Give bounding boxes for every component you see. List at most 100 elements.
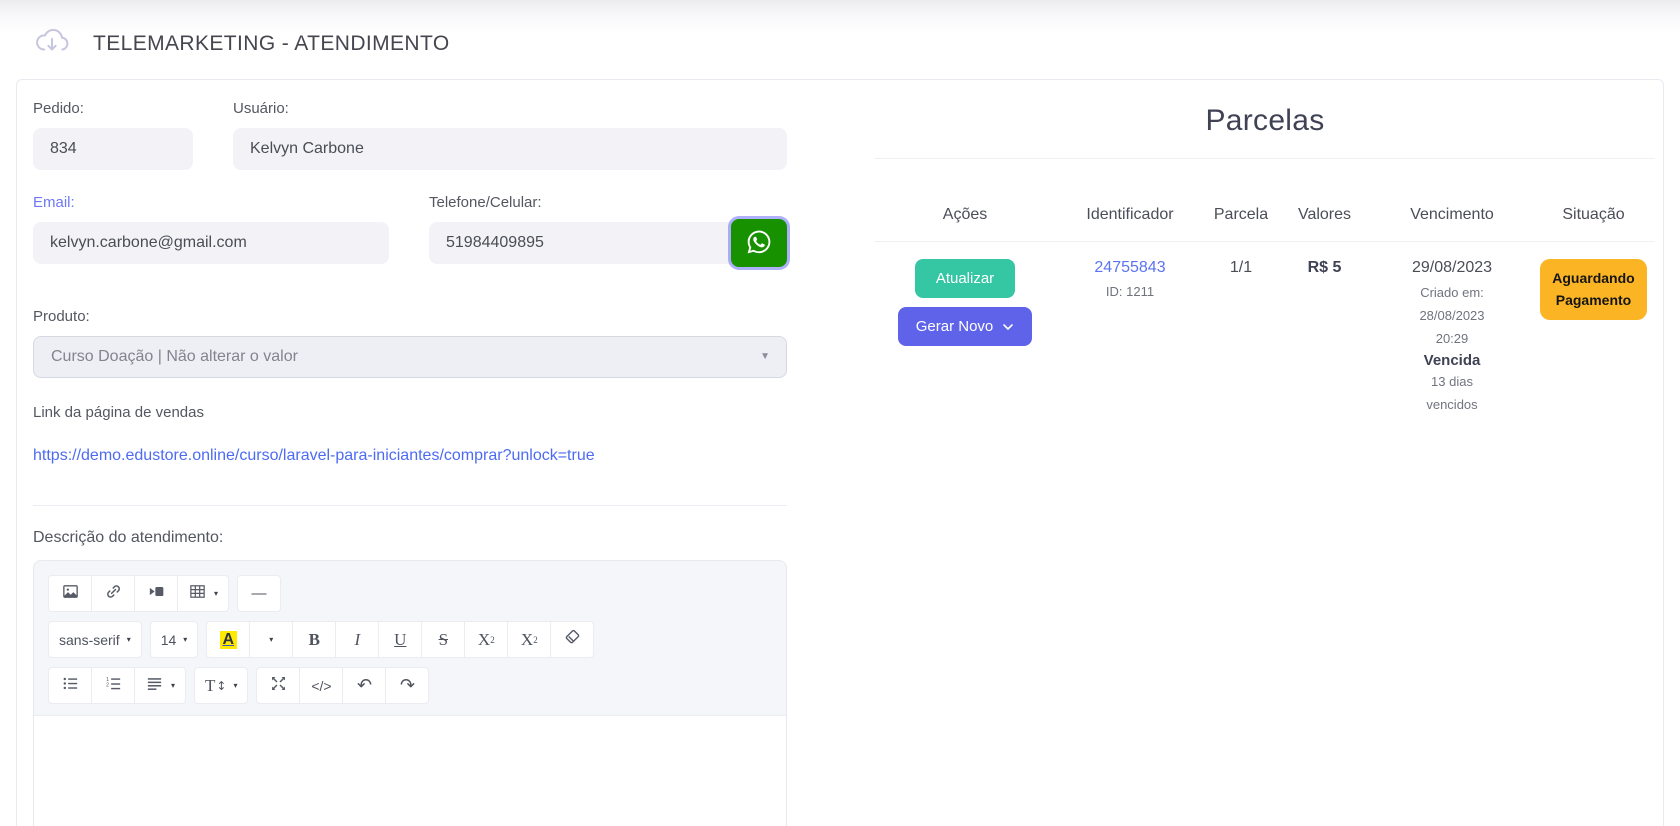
- produto-selected-value: Curso Doação | Não alterar o valor: [51, 348, 298, 366]
- chevron-down-icon: [1002, 318, 1014, 335]
- vencida-status: Vencida: [1372, 352, 1532, 369]
- align-icon: [145, 674, 164, 697]
- editor-text-area[interactable]: [34, 715, 786, 826]
- chevron-down-icon: ▾: [214, 589, 218, 598]
- font-family-value: sans-serif: [59, 632, 120, 648]
- valor-cell: R$ 5: [1277, 259, 1372, 277]
- link-vendas-label: Link da página de vendas: [33, 404, 787, 421]
- font-family-dropdown[interactable]: sans-serif ▾: [48, 621, 142, 658]
- produto-select[interactable]: Curso Doação | Não alterar o valor ▼: [33, 336, 787, 378]
- parcelas-table-header: Ações Identificador Parcela Valores Venc…: [875, 159, 1655, 242]
- produto-label: Produto:: [33, 308, 787, 325]
- dias-vencidos-l1: 13 dias: [1372, 371, 1532, 394]
- subscript-button[interactable]: X2: [507, 621, 551, 658]
- unordered-list-button[interactable]: [48, 667, 92, 704]
- line-height-dropdown[interactable]: T↕ ▾: [194, 667, 248, 704]
- cloud-download-icon: [33, 24, 71, 63]
- chevron-down-icon: ▼: [760, 351, 770, 362]
- line-height-icon: T: [205, 676, 215, 696]
- col-vencimento: Vencimento: [1372, 206, 1532, 224]
- insert-table-button[interactable]: ▾: [177, 575, 229, 612]
- dias-vencidos: 13 dias vencidos: [1372, 371, 1532, 417]
- criado-em-label: Criado em:: [1372, 282, 1532, 305]
- link-icon: [104, 582, 123, 605]
- list-ol-icon: 12: [104, 674, 123, 697]
- col-valores: Valores: [1277, 206, 1372, 224]
- italic-button[interactable]: I: [335, 621, 379, 658]
- clear-format-button[interactable]: [550, 621, 594, 658]
- undo-button[interactable]: ↶: [342, 667, 386, 704]
- hr-icon: —: [252, 585, 267, 602]
- font-size-value: 14: [161, 632, 177, 648]
- whatsapp-button[interactable]: [731, 219, 787, 267]
- superscript-exp: 2: [490, 635, 495, 645]
- parcelas-panel: Parcelas Ações Identificador Parcela Val…: [803, 80, 1663, 826]
- subscript-base: X: [521, 630, 533, 650]
- svg-text:2: 2: [106, 682, 109, 688]
- chevron-down-icon: ▾: [171, 681, 175, 690]
- link-vendas-url[interactable]: https://demo.edustore.online/curso/larav…: [33, 447, 595, 465]
- usuario-input[interactable]: [233, 128, 787, 170]
- page-title: TELEMARKETING - ATENDIMENTO: [93, 32, 450, 56]
- parcela-row: Atualizar Gerar Novo 24755843 ID: 1211 1…: [875, 242, 1655, 417]
- telefone-label: Telefone/Celular:: [429, 194, 787, 211]
- bold-button[interactable]: B: [292, 621, 336, 658]
- list-ul-icon: [61, 674, 80, 697]
- whatsapp-icon: [746, 229, 772, 258]
- col-situacao: Situação: [1532, 206, 1655, 224]
- superscript-button[interactable]: X2: [464, 621, 508, 658]
- eraser-icon: [563, 628, 582, 651]
- page-header: TELEMARKETING - ATENDIMENTO: [0, 0, 1680, 79]
- email-input[interactable]: [33, 222, 389, 264]
- chevron-down-icon: ▾: [127, 635, 131, 644]
- parcela-cell: 1/1: [1205, 259, 1277, 277]
- ordered-list-button[interactable]: 12: [91, 667, 135, 704]
- col-identificador: Identificador: [1055, 206, 1205, 224]
- superscript-base: X: [478, 630, 490, 650]
- atualizar-button[interactable]: Atualizar: [915, 259, 1015, 298]
- identificador-cell: 24755843 ID: 1211: [1055, 259, 1205, 299]
- parcelas-title: Parcelas: [875, 104, 1655, 138]
- insert-video-button[interactable]: [134, 575, 178, 612]
- gerar-novo-label: Gerar Novo: [916, 318, 994, 335]
- updown-arrow-icon: ↕: [216, 679, 226, 693]
- parcelas-table: Ações Identificador Parcela Valores Venc…: [875, 159, 1655, 417]
- insert-link-button[interactable]: [91, 575, 135, 612]
- identificador-link[interactable]: 24755843: [1094, 259, 1165, 276]
- insert-image-button[interactable]: [48, 575, 92, 612]
- redo-button[interactable]: ↷: [385, 667, 429, 704]
- atendimento-form: Pedido: Usuário: Email: Telefone/Celular…: [17, 80, 803, 826]
- vencimento-data: 29/08/2023: [1372, 259, 1532, 277]
- chevron-down-icon: ▾: [269, 635, 273, 644]
- pedido-input[interactable]: [33, 128, 193, 170]
- font-color-dropdown[interactable]: ▾: [249, 621, 293, 658]
- dias-vencidos-l2: vencidos: [1372, 394, 1532, 417]
- fullscreen-button[interactable]: [256, 667, 300, 704]
- criado-em-hora: 20:29: [1372, 328, 1532, 351]
- gerar-novo-button[interactable]: Gerar Novo: [898, 307, 1033, 346]
- chevron-down-icon: ▾: [233, 681, 237, 690]
- subscript-sub: 2: [533, 635, 538, 645]
- criado-em-data: 28/08/2023: [1372, 305, 1532, 328]
- strikethrough-button[interactable]: S: [421, 621, 465, 658]
- table-icon: [188, 582, 207, 605]
- status-badge-l1: Aguardando: [1552, 270, 1634, 286]
- underline-button[interactable]: U: [378, 621, 422, 658]
- code-view-button[interactable]: </>: [299, 667, 343, 704]
- editor-toolbar: ▾ — sans-serif ▾: [34, 561, 786, 704]
- paragraph-align-dropdown[interactable]: ▾: [134, 667, 186, 704]
- redo-icon: ↷: [400, 675, 415, 696]
- pedido-label: Pedido:: [33, 100, 193, 117]
- email-label[interactable]: Email:: [33, 194, 389, 211]
- color-icon: A: [220, 631, 238, 649]
- insert-hr-button[interactable]: —: [237, 575, 281, 612]
- vencimento-cell: 29/08/2023 Criado em: 28/08/2023 20:29 V…: [1372, 259, 1532, 417]
- usuario-label: Usuário:: [233, 100, 787, 117]
- col-parcela: Parcela: [1205, 206, 1277, 224]
- undo-icon: ↶: [357, 675, 372, 696]
- col-acoes: Ações: [875, 206, 1055, 224]
- main-card: Pedido: Usuário: Email: Telefone/Celular…: [16, 79, 1664, 826]
- section-divider: [33, 505, 787, 506]
- font-size-dropdown[interactable]: 14 ▾: [150, 621, 199, 658]
- font-color-button[interactable]: A: [206, 621, 250, 658]
